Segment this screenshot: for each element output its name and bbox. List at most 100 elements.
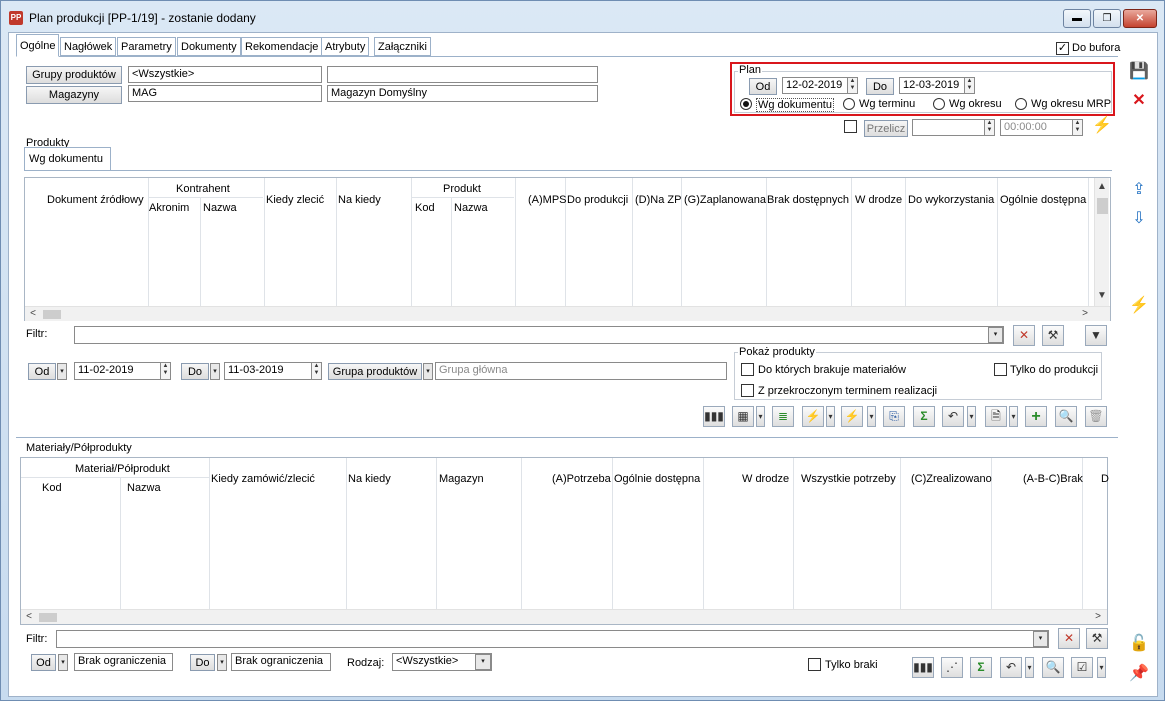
col-mat-na-kiedy[interactable]: Na kiedy [348,473,391,485]
produkty-search-icon[interactable]: 🔍 [1055,406,1077,427]
close-icon[interactable]: ✕ [1127,90,1151,114]
col-mat-ogolnie-dostepna[interactable]: Ogólnie dostępna [614,473,700,485]
przelicz-lightning-icon[interactable]: ⚡ [1090,115,1114,139]
produkty-document-icon[interactable]: 🗎 [985,406,1007,427]
col-akronim[interactable]: Akronim [149,202,189,214]
materialy-hierarchy-icon[interactable]: ⋰ [941,657,963,678]
magazyny-field[interactable]: MAG [128,85,322,102]
materialy-do-field[interactable]: Brak ograniczenia [231,653,331,671]
produkty-od-button[interactable]: Od [28,363,56,380]
col-material-polprodukt[interactable]: Materiał/Półprodukt [75,463,170,475]
materialy-filtr-input[interactable] [56,630,1049,648]
materialy-do-button[interactable]: Do [190,654,215,671]
pin-icon[interactable]: 📌 [1127,663,1151,687]
col-ogolnie-dostepna[interactable]: Ogólnie dostępna [1000,194,1086,206]
col-dokument-zrodlowy[interactable]: Dokument źródłowy [47,194,144,206]
produkty-sum-icon[interactable]: Σ [913,406,935,427]
col-kiedy-zlecic[interactable]: Kiedy zlecić [266,194,324,206]
materialy-od-dropdown-icon[interactable]: ▾ [58,654,68,671]
przelicz-time-field[interactable]: 00:00:00 [1000,119,1073,136]
col-material-nazwa[interactable]: Nazwa [127,482,161,494]
materialy-approve-dropdown-icon[interactable]: ▾ [1097,657,1106,678]
materialy-filtr-dropdown-icon[interactable]: ▾ [1033,631,1048,647]
przelicz-value-field[interactable] [912,119,985,136]
magazyny-button[interactable]: Magazyny [26,86,122,104]
produkty-od-field[interactable]: 11-02-2019 [74,362,161,380]
col-produkt[interactable]: Produkt [443,183,481,195]
tab-rekomendacje[interactable]: Rekomendacje [241,37,323,56]
produkty-subtab-wg-dokumentu[interactable]: Wg dokumentu [29,153,103,165]
tab-parametry[interactable]: Parametry [117,37,176,56]
produkty-do-dropdown-icon[interactable]: ▾ [210,363,220,380]
produkty-calculator-dropdown-icon[interactable]: ▾ [756,406,765,427]
do-bufora-checkbox[interactable]: ✓ [1056,42,1069,55]
col-produkt-kod[interactable]: Kod [415,202,435,214]
grupa-produktow-dropdown-icon[interactable]: ▾ [423,363,433,380]
rodzaj-dropdown-icon[interactable]: ▾ [475,654,491,670]
col-zrealizowano[interactable]: (C)Zrealizowano [911,473,992,485]
produkty-grid[interactable]: Dokument źródłowy Kontrahent Akronim Naz… [24,177,1111,321]
download-icon[interactable]: ⇩ [1127,208,1151,232]
materialy-filtr-wrench-icon[interactable]: ⚒ [1086,628,1108,649]
lock-icon[interactable]: 🔓 [1127,633,1151,657]
side-lightning-icon[interactable]: ⚡ [1127,295,1151,319]
col-zaplanowana[interactable]: (G)Zaplanowana [684,194,766,206]
col-d[interactable]: D [1101,473,1109,485]
tab-atrybuty[interactable]: Atrybuty [321,37,370,56]
col-kontrahent[interactable]: Kontrahent [176,183,230,195]
tab-dokumenty[interactable]: Dokumenty [177,37,241,56]
materialy-approve-icon[interactable]: ☑ [1071,657,1093,678]
materialy-filtr-clear-icon[interactable]: ✕ [1058,628,1080,649]
materialy-od-field[interactable]: Brak ograniczenia [74,653,173,671]
col-potrzeba[interactable]: (A)Potrzeba [552,473,611,485]
materialy-chart-icon[interactable]: ▮▮▮ [912,657,934,678]
produkty-lightning-orange-icon[interactable]: ⚡ [802,406,824,427]
tylko-braki-checkbox[interactable] [808,658,821,671]
produkty-chart-icon[interactable]: ▮▮▮ [703,406,725,427]
produkty-do-button[interactable]: Do [181,363,209,380]
produkty-filtr-funnel-icon[interactable]: ▼ [1085,325,1107,346]
grupa-produktow-button[interactable]: Grupa produktów [328,363,422,380]
produkty-calculator-icon[interactable]: ▦ [732,406,754,427]
grupy-produktow-desc-field[interactable] [327,66,598,83]
materialy-undo-dropdown-icon[interactable]: ▾ [1025,657,1034,678]
col-brak-dostepnych[interactable]: Brak dostępnych [767,194,849,206]
materialy-hscroll[interactable]: < > [21,609,1107,624]
produkty-document-dropdown-icon[interactable]: ▾ [1009,406,1018,427]
magazyny-desc-field[interactable]: Magazyn Domyślny [327,85,598,102]
pokaz-brakuje-materialow-checkbox[interactable] [741,363,754,376]
grupy-produktow-button[interactable]: Grupy produktów [26,66,122,84]
col-do-produkcji[interactable]: Do produkcji [567,194,628,206]
col-w-drodze[interactable]: W drodze [855,194,902,206]
save-icon[interactable]: 💾 [1127,61,1151,85]
produkty-do-field[interactable]: 11-03-2019 [224,362,312,380]
materialy-sum-icon[interactable]: Σ [970,657,992,678]
produkty-add-icon[interactable]: + [1025,406,1047,427]
przelicz-checkbox[interactable] [844,120,857,133]
tab-ogolne[interactable]: Ogólne [16,34,60,57]
col-na-kiedy[interactable]: Na kiedy [338,194,381,206]
tylko-do-produkcji-checkbox[interactable] [994,363,1007,376]
close-window-button[interactable]: ✕ [1123,9,1157,28]
col-kontrahent-nazwa[interactable]: Nazwa [203,202,237,214]
produkty-do-spinner[interactable]: ▲ ▼ [311,362,322,380]
produkty-filtr-wrench-icon[interactable]: ⚒ [1042,325,1064,346]
col-do-wykorzystania[interactable]: Do wykorzystania [908,194,994,206]
grupa-produktow-field[interactable]: Grupa główna [435,362,727,380]
produkty-delete-icon[interactable]: 🗑 [1085,406,1107,427]
grupy-produktow-field[interactable]: <Wszystkie> [128,66,322,83]
pokaz-przekroczony-termin-checkbox[interactable] [741,384,754,397]
produkty-lightning-green-icon[interactable]: ⚡ [841,406,863,427]
col-na-zp[interactable]: (D)Na ZP [635,194,681,206]
produkty-filtr-input[interactable] [74,326,1004,344]
przelicz-value-spinner[interactable]: ▲ ▼ [984,119,995,136]
produkty-filtr-clear-icon[interactable]: ✕ [1013,325,1035,346]
materialy-search-icon[interactable]: 🔍 [1042,657,1064,678]
col-produkt-nazwa[interactable]: Nazwa [454,202,488,214]
col-material-kod[interactable]: Kod [42,482,62,494]
materialy-undo-icon[interactable]: ↶ [1000,657,1022,678]
minimize-button[interactable]: ▬ [1063,9,1091,28]
produkty-hscroll[interactable]: < > [25,306,1110,321]
produkty-list-icon[interactable]: ≣ [772,406,794,427]
produkty-lightning-orange-dropdown-icon[interactable]: ▾ [826,406,835,427]
